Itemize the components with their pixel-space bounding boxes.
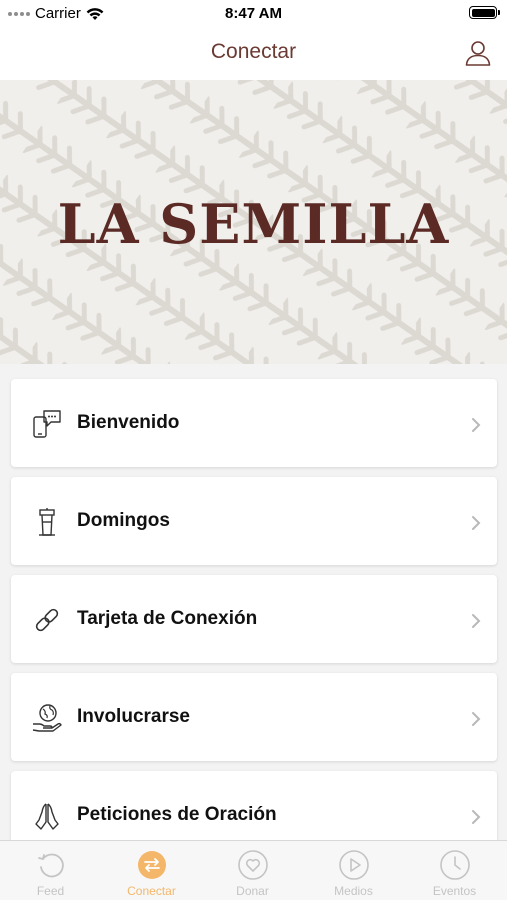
- chevron-right-icon: [472, 516, 481, 530]
- status-bar: Carrier 8:47 AM: [0, 0, 507, 26]
- menu-item-domingos[interactable]: Domingos: [11, 477, 497, 565]
- menu-item-label: Peticiones de Oración: [77, 804, 277, 825]
- chevron-right-icon: [472, 614, 481, 628]
- menu-item-label: Domingos: [77, 510, 170, 531]
- menu-item-tarjeta-conexion[interactable]: Tarjeta de Conexión: [11, 575, 497, 663]
- globe-hand-icon: [32, 704, 62, 732]
- clock-icon: [440, 850, 470, 880]
- nav-bar: Conectar: [0, 26, 507, 80]
- connect-icon: [138, 851, 166, 879]
- chevron-right-icon: [472, 712, 481, 726]
- tab-eventos[interactable]: Eventos: [404, 841, 505, 900]
- heart-icon: [238, 850, 268, 880]
- tab-donar[interactable]: Donar: [202, 841, 303, 900]
- menu-item-label: Involucrarse: [77, 706, 190, 727]
- menu-item-label: Tarjeta de Conexión: [77, 608, 258, 629]
- menu-item-label: Bienvenido: [77, 412, 180, 433]
- page-title: Conectar: [210, 40, 297, 63]
- play-icon: [339, 850, 369, 880]
- battery-icon: [469, 6, 500, 19]
- tab-label: Medios: [334, 884, 373, 898]
- tab-label: Conectar: [127, 884, 176, 898]
- chevron-right-icon: [472, 418, 481, 432]
- person-icon[interactable]: [463, 38, 493, 68]
- praying-hands-icon: [35, 803, 59, 830]
- tab-label: Donar: [236, 884, 269, 898]
- feed-icon: [38, 853, 64, 878]
- pulpit-icon: [39, 508, 55, 536]
- link-icon: [35, 608, 59, 632]
- tab-conectar[interactable]: Conectar: [101, 841, 202, 900]
- tab-label: Feed: [36, 884, 65, 898]
- tab-medios[interactable]: Medios: [303, 841, 404, 900]
- menu-item-bienvenido[interactable]: Bienvenido: [11, 379, 497, 467]
- hero-banner: LA SEMILLA: [0, 80, 507, 364]
- menu-item-involucrarse[interactable]: Involucrarse: [11, 673, 497, 761]
- menu-list: Bienvenido Domingos Tarjeta de Conexión: [11, 379, 497, 869]
- tab-bar: Feed Conectar Donar Medios Eventos: [0, 840, 507, 900]
- chevron-right-icon: [472, 810, 481, 824]
- tab-feed[interactable]: Feed: [0, 841, 101, 900]
- tab-label: Eventos: [432, 884, 477, 898]
- church-logo: LA SEMILLA: [57, 192, 450, 256]
- status-time: 8:47 AM: [225, 5, 282, 22]
- phone-chat-icon: [33, 410, 61, 438]
